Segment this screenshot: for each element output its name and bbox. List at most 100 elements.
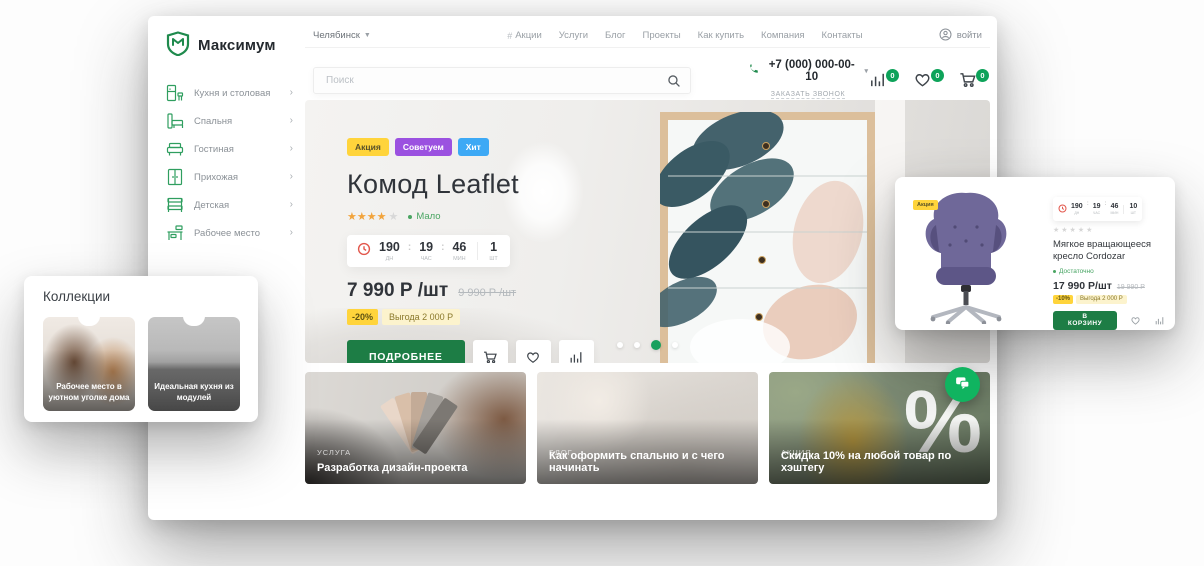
add-to-cart-button[interactable]: В КОРЗИНУ: [1053, 311, 1117, 330]
sidebar-item-workspace[interactable]: Рабочее место ›: [165, 223, 305, 243]
promo-card-service[interactable]: УСЛУГА Разработка дизайн-проекта: [305, 372, 526, 484]
collection-card-title: Рабочее место в уютном уголке дома: [47, 381, 131, 403]
sidebar-item-label: Спальня: [194, 116, 232, 127]
sidebar-item-kitchen[interactable]: Кухня и столовая ›: [165, 83, 305, 103]
site-mockup-panel: Максимум Кухня и столовая ›: [148, 16, 997, 520]
badge-sale: Акция: [347, 138, 389, 156]
chevron-right-icon: ›: [290, 144, 293, 154]
phone-block: +7 (000) 000-00-10 ▾ заказать звонок: [748, 59, 868, 101]
login-label: войти: [957, 30, 982, 41]
city-selector[interactable]: Челябинск ▼: [313, 30, 431, 41]
star-empty: ★: [388, 210, 398, 223]
workspace-icon: [165, 223, 185, 243]
search-box: [313, 67, 691, 94]
compare-button[interactable]: [1154, 315, 1165, 326]
details-button[interactable]: ПОДРОБНЕЕ: [347, 340, 465, 364]
login-button[interactable]: войти: [939, 28, 982, 44]
hero-rating: ★★★★ ★ Мало: [347, 210, 594, 223]
sidebar-item-label: Гостиная: [194, 144, 234, 155]
collections-title: Коллекции: [43, 289, 258, 304]
add-to-cart-button[interactable]: [473, 340, 508, 364]
product-discount-row: -10% Выгода 2 000 Р: [1053, 295, 1165, 304]
status-dot: [1053, 270, 1056, 273]
brand-logo[interactable]: Максимум: [165, 30, 305, 61]
badge-hit: Хит: [458, 138, 489, 156]
carousel-dots: [617, 340, 678, 350]
collection-card-kitchen[interactable]: Идеальная кухня из модулей: [148, 317, 240, 411]
promo-card-title: Разработка дизайн-проекта: [317, 462, 516, 474]
product-price-row: 17 990 Р/шт 19 990 Р: [1053, 280, 1165, 292]
old-price: 19 990 Р: [1117, 284, 1145, 291]
header-toolbar: +7 (000) 000-00-10 ▾ заказать звонок 0: [305, 48, 990, 101]
sidebar-item-livingroom[interactable]: Гостиная ›: [165, 139, 305, 159]
compare-button[interactable]: 0: [868, 70, 888, 90]
nav-item-projects[interactable]: Проекты: [643, 30, 681, 41]
sidebar-item-label: Детская: [194, 200, 229, 211]
timer-hours: 19: [419, 241, 433, 254]
user-icon: [939, 28, 952, 44]
nav-item-company[interactable]: Компания: [761, 30, 804, 41]
category-menu: Кухня и столовая › Спальня ›: [165, 83, 305, 243]
chevron-right-icon: ›: [290, 88, 293, 98]
nav-item-blog[interactable]: Блог: [605, 30, 626, 41]
carousel-dot[interactable]: [617, 342, 623, 348]
collection-card-workspace[interactable]: Рабочее место в уютном уголке дома: [43, 317, 135, 411]
price: 7 990 Р /шт: [347, 280, 448, 302]
category-sidebar: Максимум Кухня и столовая ›: [148, 16, 305, 520]
clock-icon: [1058, 200, 1067, 218]
discount-badge: -10%: [1053, 295, 1073, 304]
search-input[interactable]: [314, 68, 690, 93]
sidebar-item-kidsroom[interactable]: Детская ›: [165, 195, 305, 215]
cart-button[interactable]: 0: [958, 70, 978, 90]
collection-card-title: Идеальная кухня из модулей: [152, 381, 236, 403]
hero-product-title: Комод Leaflet: [347, 169, 594, 200]
compare-button[interactable]: [559, 340, 594, 364]
page: Максимум Кухня и столовая ›: [0, 0, 1204, 566]
compare-count-badge: 0: [886, 69, 899, 82]
sidebar-item-label: Кухня и столовая: [194, 88, 270, 99]
nav-menu: # Акции Услуги Блог Проекты Как купить К…: [507, 30, 862, 41]
product-rating-stars: ★★★★★: [1053, 226, 1165, 234]
favorites-button[interactable]: 0: [913, 70, 933, 90]
nav-item-services[interactable]: Услуги: [559, 30, 588, 41]
livingroom-icon: [165, 139, 185, 159]
hero-discount-row: -20% Выгода 2 000 Р: [347, 309, 594, 325]
stars-filled: ★★★★: [347, 210, 386, 223]
favorites-count-badge: 0: [931, 69, 944, 82]
stock-status: Мало: [408, 211, 440, 222]
promo-card-title: Как оформить спальню и с чего начинать: [549, 450, 748, 474]
promo-card-blog[interactable]: БЛОГ Как оформить спальню и с чего начин…: [537, 372, 758, 484]
promo-icon: #: [507, 31, 512, 41]
request-call-link[interactable]: заказать звонок: [771, 91, 845, 99]
nav-item-promos[interactable]: # Акции: [507, 30, 542, 41]
bedroom-icon: [165, 111, 185, 131]
carousel-dot[interactable]: [672, 342, 678, 348]
hero-product-image: [660, 112, 875, 363]
benefit-label: Выгода 2 000 Р: [1076, 295, 1127, 304]
sidebar-item-hallway[interactable]: Прихожая ›: [165, 167, 305, 187]
sidebar-item-label: Прихожая: [194, 172, 238, 183]
hero-banner[interactable]: Акция Советуем Хит Комод Leaflet ★★★★ ★ …: [305, 100, 990, 363]
carousel-dot[interactable]: [634, 342, 640, 348]
kidsroom-icon: [165, 195, 185, 215]
phone-number[interactable]: +7 (000) 000-00-10 ▾: [748, 59, 868, 83]
favorite-button[interactable]: [1130, 315, 1141, 326]
chat-icon: [954, 374, 971, 396]
nav-item-contacts[interactable]: Контакты: [822, 30, 863, 41]
nav-item-how-to-buy[interactable]: Как купить: [698, 30, 744, 41]
old-price: 9 990 Р /шт: [458, 287, 516, 299]
carousel-dot-active[interactable]: [651, 340, 661, 350]
brand-logo-icon: [165, 30, 191, 61]
product-title: Мягкое вращающееся кресло Cordozar: [1053, 239, 1165, 264]
chevron-right-icon: ›: [290, 116, 293, 126]
search-icon[interactable]: [667, 74, 681, 93]
hero-product-info: Акция Советуем Хит Комод Leaflet ★★★★ ★ …: [347, 138, 594, 363]
product-countdown-timer: 190 дн : 19 час : 46 мин 10 шт: [1053, 197, 1142, 221]
hero-countdown-timer: 190 дн : 19 час : 46 мин 1 шт: [347, 235, 510, 267]
favorite-button[interactable]: [516, 340, 551, 364]
product-quick-card[interactable]: Акция: [895, 177, 1175, 330]
sidebar-item-bedroom[interactable]: Спальня ›: [165, 111, 305, 131]
chat-widget-button[interactable]: [945, 367, 980, 402]
top-navigation: Челябинск ▼ # Акции Услуги Блог Проекты …: [305, 16, 990, 48]
status-dot: [408, 215, 412, 219]
